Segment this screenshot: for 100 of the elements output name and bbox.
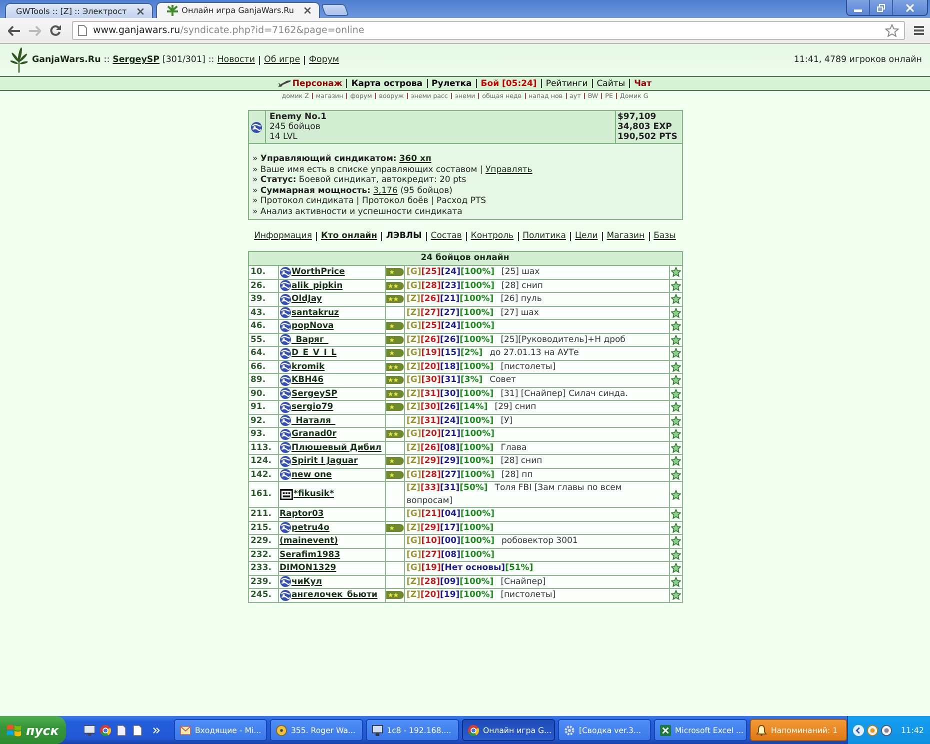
- player-stats: [Z][20][18][100%] [пистолеты]: [404, 360, 669, 374]
- double-chevron-icon[interactable]: [152, 726, 160, 734]
- info-link[interactable]: Управлять: [485, 164, 532, 174]
- document-icon[interactable]: [116, 724, 127, 736]
- rank-number: 64.: [248, 346, 278, 360]
- star-icon[interactable]: [670, 388, 680, 399]
- close-icon[interactable]: [136, 8, 144, 14]
- star-icon[interactable]: [670, 456, 680, 466]
- restore-icon: [877, 4, 885, 12]
- header-link[interactable]: Новости: [217, 55, 256, 65]
- star-icon[interactable]: [670, 280, 680, 291]
- table-title: 24 бойцов онлайн: [248, 252, 682, 266]
- player-stats: [G][28][27][100%] [28] пп: [404, 468, 669, 482]
- pts-amount: 190,502 PTS: [618, 132, 678, 142]
- star-icon[interactable]: [670, 576, 680, 587]
- star-icon[interactable]: [670, 321, 680, 332]
- chevron-icon[interactable]: [852, 724, 864, 736]
- star-icon[interactable]: [670, 509, 680, 520]
- rank-number: 113.: [248, 441, 278, 454]
- browser-tab[interactable]: GWTools :: [Z] :: Электрост: [5, 3, 153, 18]
- browser-tab[interactable]: Онлайн игра GanjaWars.Ru: [156, 2, 320, 18]
- player-stats: [G][19][15][2%] до 27.01.13 на АУТе: [404, 346, 669, 360]
- ring-icon[interactable]: [100, 724, 111, 736]
- nav-link[interactable]: Персонаж: [292, 78, 342, 88]
- rank-badge-icon: [386, 403, 404, 412]
- star-icon[interactable]: [670, 402, 680, 412]
- header-link[interactable]: Форум: [309, 55, 340, 65]
- player-stats: [Z][31][24][100%] [У]: [404, 414, 669, 428]
- player-stats: [G][27][08][100%]: [404, 548, 669, 562]
- nav-link[interactable]: Карта острова: [351, 78, 423, 88]
- separator: ::: [104, 55, 110, 65]
- section-tab[interactable]: Контроль: [470, 231, 514, 241]
- rank-number: 142.: [248, 468, 278, 482]
- monitor-icon: [372, 724, 383, 736]
- header-link[interactable]: Об игре: [264, 55, 300, 65]
- section-tab[interactable]: Магазин: [606, 231, 645, 241]
- player-link[interactable]: *fikusik*: [294, 488, 334, 501]
- star-icon[interactable]: [670, 550, 680, 560]
- star-icon[interactable]: [670, 267, 680, 278]
- star-icon[interactable]: [670, 334, 680, 345]
- rank-badge-icon: [386, 457, 404, 466]
- rank-badge-icon: [386, 362, 404, 371]
- star-icon[interactable]: [670, 590, 680, 600]
- nav-link[interactable]: Сайты: [596, 78, 626, 88]
- info-link[interactable]: 3,176: [373, 186, 398, 196]
- globe-icon: [280, 522, 290, 534]
- star-icon[interactable]: [670, 563, 680, 574]
- exp-amount: 34,803 EXP: [618, 122, 672, 132]
- globe-icon: [280, 320, 290, 332]
- star-icon[interactable]: [670, 522, 680, 533]
- rank-number: 26.: [248, 279, 278, 292]
- star-icon[interactable]: [670, 429, 680, 440]
- globe-icon: [280, 469, 290, 480]
- globe-icon: [280, 361, 290, 372]
- circle-icon[interactable]: [866, 724, 878, 736]
- player-stats: [Z][33][31][50%] Толя FBI [Зам главы по всем вопросам]: [404, 482, 669, 508]
- section-tab[interactable]: Кто онлайн: [320, 231, 378, 241]
- player-stats: [Z][26][08][100%] Глава: [404, 441, 669, 454]
- info-line: » Ваше имя есть в списке управляющих составом | Управлять: [252, 164, 532, 175]
- nav-link[interactable]: Рейтинги: [546, 78, 588, 88]
- star-icon[interactable]: [670, 416, 680, 426]
- star-icon[interactable]: [670, 536, 680, 546]
- info-line: » Анализ активности и успешности синдиката: [252, 206, 462, 217]
- section-tab[interactable]: Информация: [254, 231, 312, 241]
- nav-link[interactable]: Чат: [634, 78, 652, 88]
- menu-icon[interactable]: [914, 26, 924, 35]
- back-icon[interactable]: [8, 26, 20, 36]
- star-icon[interactable]: [670, 308, 680, 318]
- section-tab[interactable]: ЛЭВЛЫ: [386, 231, 422, 241]
- player-stats: [G][10][00][100%] робовектор 3001: [404, 534, 669, 548]
- start-button[interactable]: пуск: [0, 716, 66, 744]
- star-icon[interactable]: [670, 362, 680, 372]
- section-tab[interactable]: Базы: [654, 231, 676, 241]
- star-icon[interactable]: [670, 470, 680, 480]
- close-icon[interactable]: [304, 7, 311, 14]
- section-tab[interactable]: Политика: [522, 231, 566, 241]
- star-icon[interactable]: [670, 348, 680, 358]
- document-icon[interactable]: [132, 724, 143, 736]
- star-icon[interactable]: [670, 375, 680, 386]
- star-icon[interactable]: [670, 490, 680, 500]
- user-link[interactable]: SergeySP: [112, 55, 160, 65]
- rank-badge-icon: [386, 430, 404, 438]
- section-tab[interactable]: Цели: [574, 231, 598, 241]
- leaf-icon: [10, 47, 28, 73]
- info-link[interactable]: 360 хп: [399, 154, 432, 164]
- close-icon: [906, 4, 914, 12]
- circle-icon[interactable]: [880, 724, 892, 736]
- nav-link[interactable]: Бой [05:24]: [480, 78, 537, 88]
- player-stats: [G][25][24][100%] [25] шах: [404, 266, 669, 279]
- info-line: » Протокол синдиката | Протокол боёв | Расход PTS: [252, 196, 486, 206]
- star-icon[interactable]: [670, 294, 680, 304]
- rank-number: 93.: [248, 428, 278, 441]
- nav-link[interactable]: Рулетка: [432, 78, 472, 88]
- star-icon[interactable]: [885, 24, 899, 37]
- monitor-icon[interactable]: [84, 724, 95, 736]
- address-field[interactable]: www.ganjawars.ru/syndicate.php?id=7162&page=online: [72, 21, 905, 40]
- new-tab-button[interactable]: [320, 4, 350, 16]
- section-tab[interactable]: Состав: [430, 231, 462, 241]
- star-icon[interactable]: [670, 442, 680, 453]
- reload-icon[interactable]: [50, 25, 61, 36]
